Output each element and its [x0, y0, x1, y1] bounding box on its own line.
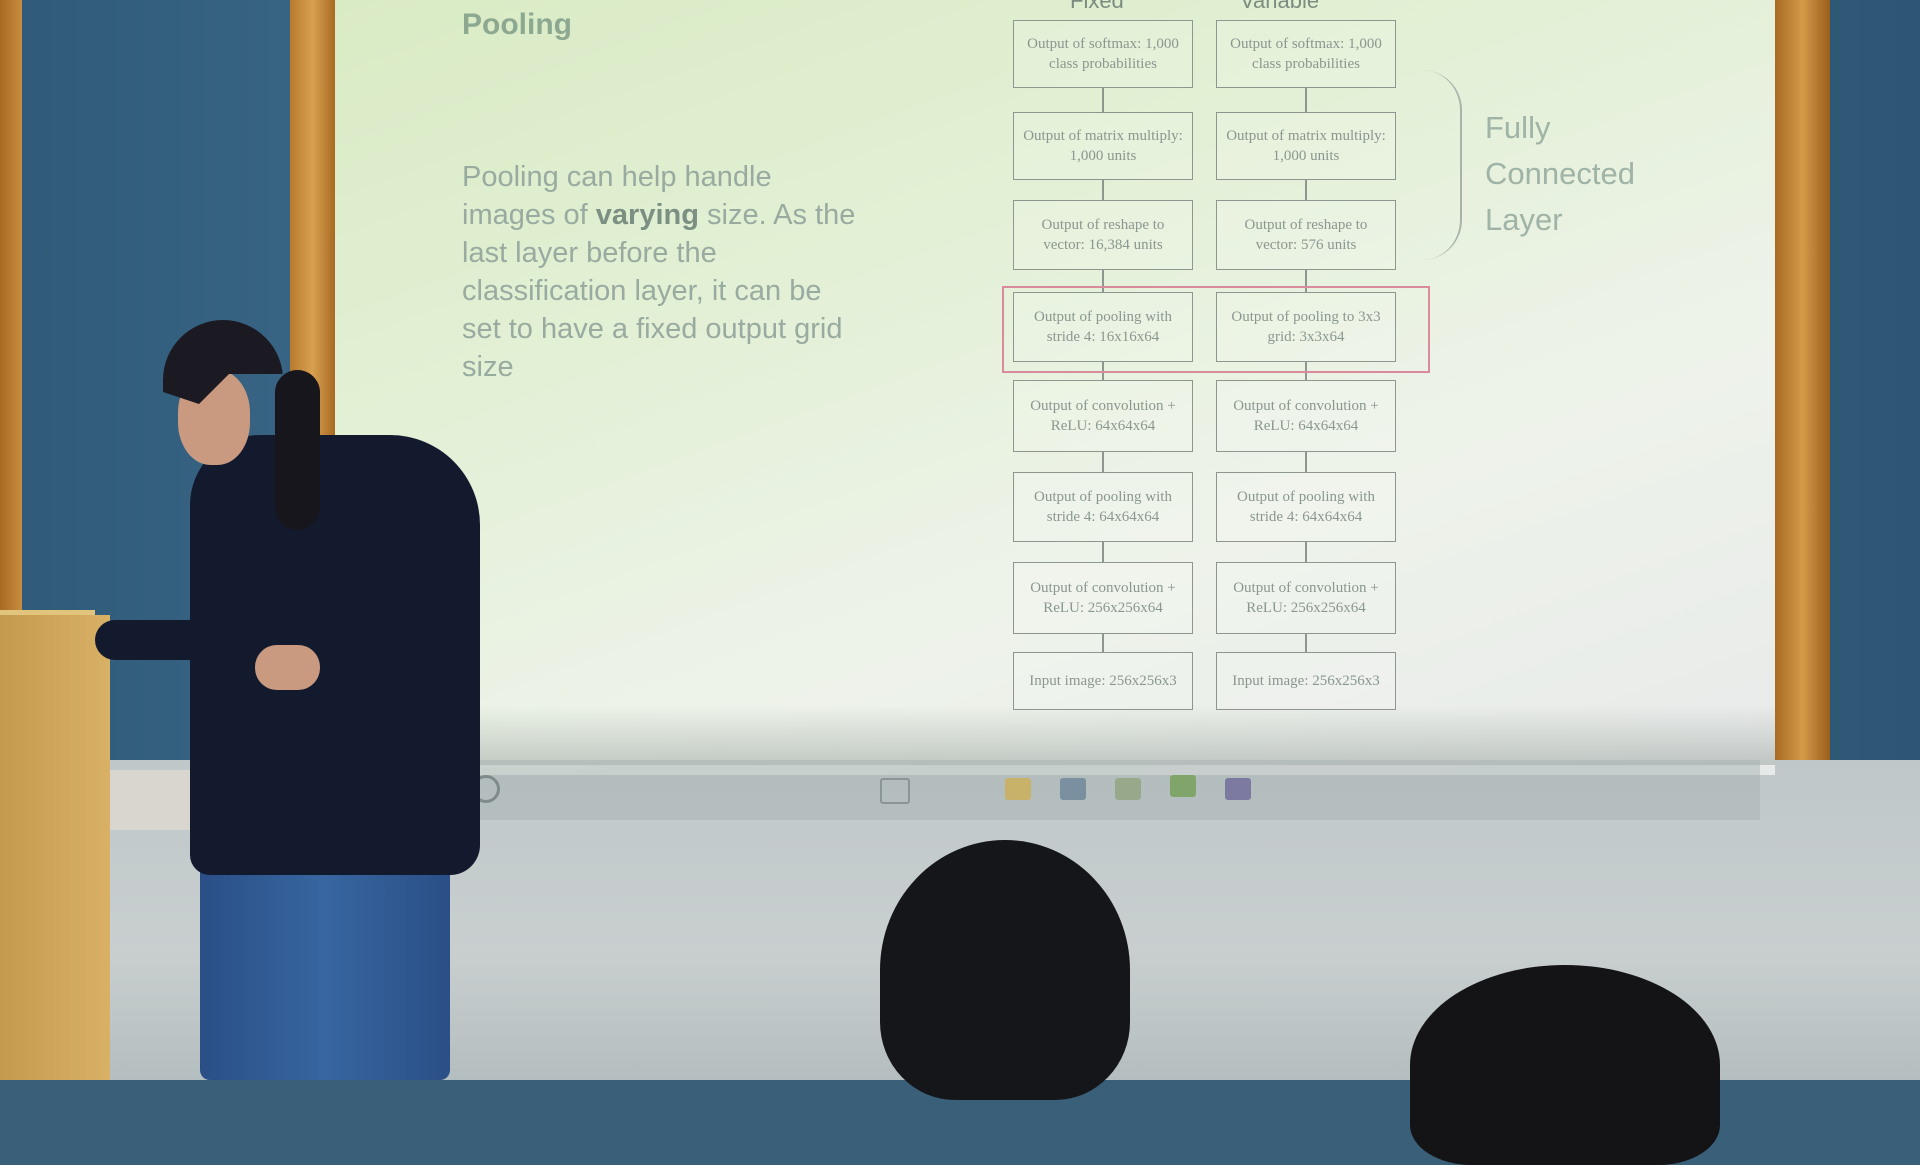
variable-box: Output of pooling with stride 4: 64x64x6… — [1216, 472, 1396, 542]
fixed-box: Output of matrix multiply: 1,000 units — [1013, 112, 1193, 180]
connector-arrow — [1102, 634, 1104, 652]
connector-arrow — [1305, 542, 1307, 562]
variable-box: Output of matrix multiply: 1,000 units — [1216, 112, 1396, 180]
variable-box: Output of convolution + ReLU: 64x64x64 — [1216, 380, 1396, 452]
task-view-icon — [880, 778, 910, 804]
fixed-box: Output of convolution + ReLU: 64x64x64 — [1013, 380, 1193, 452]
fixed-box: Input image: 256x256x3 — [1013, 652, 1193, 710]
connector-arrow — [1305, 180, 1307, 200]
slide-body: Pooling can help handle images of varyin… — [462, 161, 856, 383]
presenter-ponytail — [275, 370, 320, 530]
connector-arrow — [1102, 88, 1104, 112]
connector-arrow — [1102, 180, 1104, 200]
student-head-front — [880, 840, 1130, 1100]
curly-brace — [1420, 70, 1462, 260]
variable-box: Output of reshape to vector: 576 units — [1216, 200, 1396, 270]
fixed-column-header: Fixed — [1070, 0, 1124, 13]
document-icon — [1170, 775, 1196, 797]
visual-studio-icon — [1225, 778, 1251, 800]
connector-arrow — [1102, 542, 1104, 562]
store-icon — [1060, 778, 1086, 800]
connector-arrow — [1305, 88, 1307, 112]
presenter-jeans — [200, 860, 450, 1080]
app-icon — [1115, 778, 1141, 800]
student-head-right — [1410, 965, 1720, 1165]
variable-box: Output of convolution + ReLU: 256x256x64 — [1216, 562, 1396, 634]
fully-connected-label: Fully Connected Layer — [1485, 110, 1635, 237]
fixed-box: Output of convolution + ReLU: 256x256x64 — [1013, 562, 1193, 634]
presenter-arm — [95, 620, 225, 660]
variable-box: Output of softmax: 1,000 class probabili… — [1216, 20, 1396, 88]
connector-arrow — [1305, 634, 1307, 652]
variable-column-header: Variable — [1240, 0, 1320, 13]
pooling-highlight-box — [1002, 286, 1430, 373]
fixed-box: Output of pooling with stride 4: 64x64x6… — [1013, 472, 1193, 542]
folder-icon — [1005, 778, 1031, 800]
podium — [0, 615, 110, 1080]
screen-bottom-shade — [335, 705, 1775, 765]
fixed-box: Output of reshape to vector: 16,384 unit… — [1013, 200, 1193, 270]
variable-box: Input image: 256x256x3 — [1216, 652, 1396, 710]
presenter-shirt — [190, 435, 480, 875]
fixed-box: Output of softmax: 1,000 class probabili… — [1013, 20, 1193, 88]
presenter-hand — [255, 645, 320, 690]
connector-arrow — [1102, 452, 1104, 472]
switchboard — [110, 770, 190, 830]
projected-taskbar — [460, 760, 1760, 820]
slide-title: Pooling — [462, 8, 572, 41]
connector-arrow — [1305, 452, 1307, 472]
